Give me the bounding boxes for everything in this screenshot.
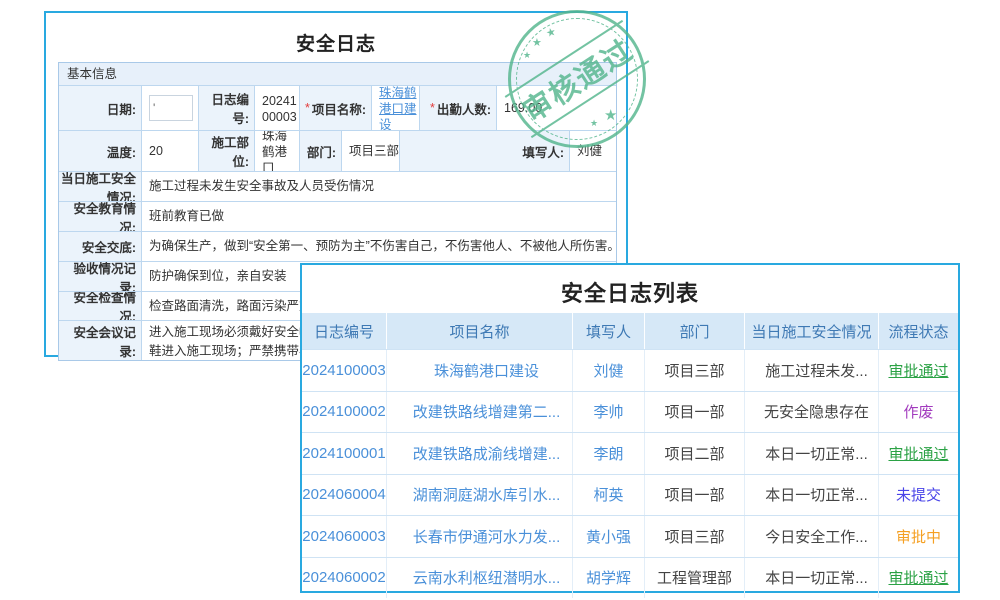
- project-name-cell[interactable]: 改建铁路成渝线增建...: [386, 433, 572, 474]
- required-asterisk: *: [430, 101, 435, 115]
- status-cell[interactable]: 审批通过: [878, 433, 958, 474]
- daily-safety-cell: 今日安全工作...: [744, 516, 878, 557]
- project-name-cell[interactable]: 湖南洞庭湖水库引水...: [386, 475, 572, 516]
- section-header-basic-info: 基本信息: [59, 63, 616, 85]
- status-cell[interactable]: 审批通过: [878, 558, 958, 599]
- log-number-cell[interactable]: 2024100001: [302, 433, 386, 474]
- safety-briefing-label: 安全交底:: [59, 232, 141, 261]
- project-name-label: * 项目名称:: [299, 86, 371, 130]
- table-row: 2024100002 改建铁路线增建第二... 李帅 项目一部 无安全隐患存在 …: [302, 391, 958, 433]
- department-value: 项目三部: [341, 131, 399, 171]
- status-cell[interactable]: 审批通过: [878, 350, 958, 391]
- writer-value: 刘健: [569, 131, 616, 171]
- writer-cell[interactable]: 柯英: [572, 475, 644, 516]
- date-label: 日期:: [59, 86, 141, 130]
- attendance-label: * 出勤人数:: [419, 86, 496, 130]
- daily-safety-label: 当日施工安全情况:: [59, 172, 141, 201]
- list-title: 安全日志列表: [302, 276, 958, 308]
- table-row: 2024060003 长春市伊通河水力发... 黄小强 项目三部 今日安全工作.…: [302, 515, 958, 557]
- attendance-value: 169.00: [496, 86, 616, 130]
- daily-safety-value: 施工过程未发生安全事故及人员受伤情况: [141, 172, 616, 201]
- acceptance-record-label: 验收情况记录:: [59, 262, 141, 291]
- status-cell: 未提交: [878, 475, 958, 516]
- table-row: 2024060002 云南水利枢纽潜明水... 胡学辉 工程管理部 本日一切正常…: [302, 557, 958, 599]
- log-number-label: 日志编号:: [198, 86, 254, 130]
- project-name-cell[interactable]: 云南水利枢纽潜明水...: [386, 558, 572, 599]
- column-header-writer: 填写人: [572, 313, 644, 349]
- writer-cell[interactable]: 胡学辉: [572, 558, 644, 599]
- department-label: 部门:: [299, 131, 341, 171]
- department-cell: 项目一部: [644, 392, 744, 433]
- safety-education-label: 安全教育情况:: [59, 202, 141, 231]
- safety-log-table: 日志编号 项目名称 填写人 部门 当日施工安全情况 流程状态 202410000…: [302, 313, 958, 598]
- daily-safety-cell: 无安全隐患存在: [744, 392, 878, 433]
- log-number-cell[interactable]: 2024060002: [302, 558, 386, 599]
- construction-part-value: 珠海鹤港口: [254, 131, 299, 171]
- construction-part-label: 施工部位:: [198, 131, 254, 171]
- department-cell: 项目一部: [644, 475, 744, 516]
- department-cell: 项目三部: [644, 350, 744, 391]
- project-name-cell[interactable]: 长春市伊通河水力发...: [386, 516, 572, 557]
- writer-cell[interactable]: 黄小强: [572, 516, 644, 557]
- form-row-safety-briefing: 安全交底: 为确保生产，做到“安全第一、预防为主”不伤害自己，不伤害他人、不被他…: [59, 231, 616, 261]
- column-header-department: 部门: [644, 313, 744, 349]
- project-link[interactable]: 珠海鹤港口建设: [379, 86, 419, 130]
- form-row-daily-safety: 当日施工安全情况: 施工过程未发生安全事故及人员受伤情况: [59, 171, 616, 201]
- date-cell: [141, 86, 198, 130]
- column-header-status: 流程状态: [878, 313, 958, 349]
- daily-safety-cell: 施工过程未发...: [744, 350, 878, 391]
- department-cell: 工程管理部: [644, 558, 744, 599]
- log-number-cell[interactable]: 2024060004: [302, 475, 386, 516]
- temperature-label: 温度:: [59, 131, 141, 171]
- column-header-daily-safety: 当日施工安全情况: [744, 313, 878, 349]
- table-row: 2024060004 湖南洞庭湖水库引水... 柯英 项目一部 本日一切正常..…: [302, 474, 958, 516]
- date-input[interactable]: [149, 95, 193, 121]
- writer-cell[interactable]: 刘健: [572, 350, 644, 391]
- project-name-value: 珠海鹤港口建设: [371, 86, 419, 130]
- writer-cell[interactable]: 李朗: [572, 433, 644, 474]
- temperature-value: 20: [141, 131, 198, 171]
- safety-log-list-panel: 安全日志列表 日志编号 项目名称 填写人 部门 当日施工安全情况 流程状态 20…: [300, 263, 960, 593]
- log-number-cell[interactable]: 2024100003: [302, 350, 386, 391]
- form-title: 安全日志: [46, 29, 626, 56]
- writer-cell[interactable]: 李帅: [572, 392, 644, 433]
- status-cell: 作废: [878, 392, 958, 433]
- form-row-safety-education: 安全教育情况: 班前教育已做: [59, 201, 616, 231]
- daily-safety-cell: 本日一切正常...: [744, 558, 878, 599]
- log-number-value: 2024100003: [254, 86, 299, 130]
- required-asterisk: *: [305, 101, 310, 115]
- daily-safety-cell: 本日一切正常...: [744, 475, 878, 516]
- table-header-row: 日志编号 项目名称 填写人 部门 当日施工安全情况 流程状态: [302, 313, 958, 349]
- column-header-project-name: 项目名称: [386, 313, 572, 349]
- project-name-cell[interactable]: 改建铁路线增建第二...: [386, 392, 572, 433]
- log-number-cell[interactable]: 2024100002: [302, 392, 386, 433]
- safety-inspection-label: 安全检查情况:: [59, 292, 141, 320]
- safety-briefing-value: 为确保生产，做到“安全第一、预防为主”不伤害自己，不伤害他人、不被他人所伤害。: [141, 232, 616, 261]
- department-cell: 项目三部: [644, 516, 744, 557]
- writer-label: 填写人:: [399, 131, 569, 171]
- table-row: 2024100001 改建铁路成渝线增建... 李朗 项目二部 本日一切正常..…: [302, 432, 958, 474]
- form-row-2: 温度: 20 施工部位: 珠海鹤港口 部门: 项目三部 填写人: 刘健: [59, 130, 616, 171]
- safety-education-value: 班前教育已做: [141, 202, 616, 231]
- daily-safety-cell: 本日一切正常...: [744, 433, 878, 474]
- form-row-1: 日期: 日志编号: 2024100003 * 项目名称: 珠海鹤港口建设 * 出…: [59, 85, 616, 130]
- column-header-log-number: 日志编号: [302, 313, 386, 349]
- status-cell: 审批中: [878, 516, 958, 557]
- table-row: 2024100003 珠海鹤港口建设 刘健 项目三部 施工过程未发... 审批通…: [302, 349, 958, 391]
- log-number-cell[interactable]: 2024060003: [302, 516, 386, 557]
- project-name-cell[interactable]: 珠海鹤港口建设: [386, 350, 572, 391]
- department-cell: 项目二部: [644, 433, 744, 474]
- safety-meeting-label: 安全会议记录:: [59, 321, 141, 360]
